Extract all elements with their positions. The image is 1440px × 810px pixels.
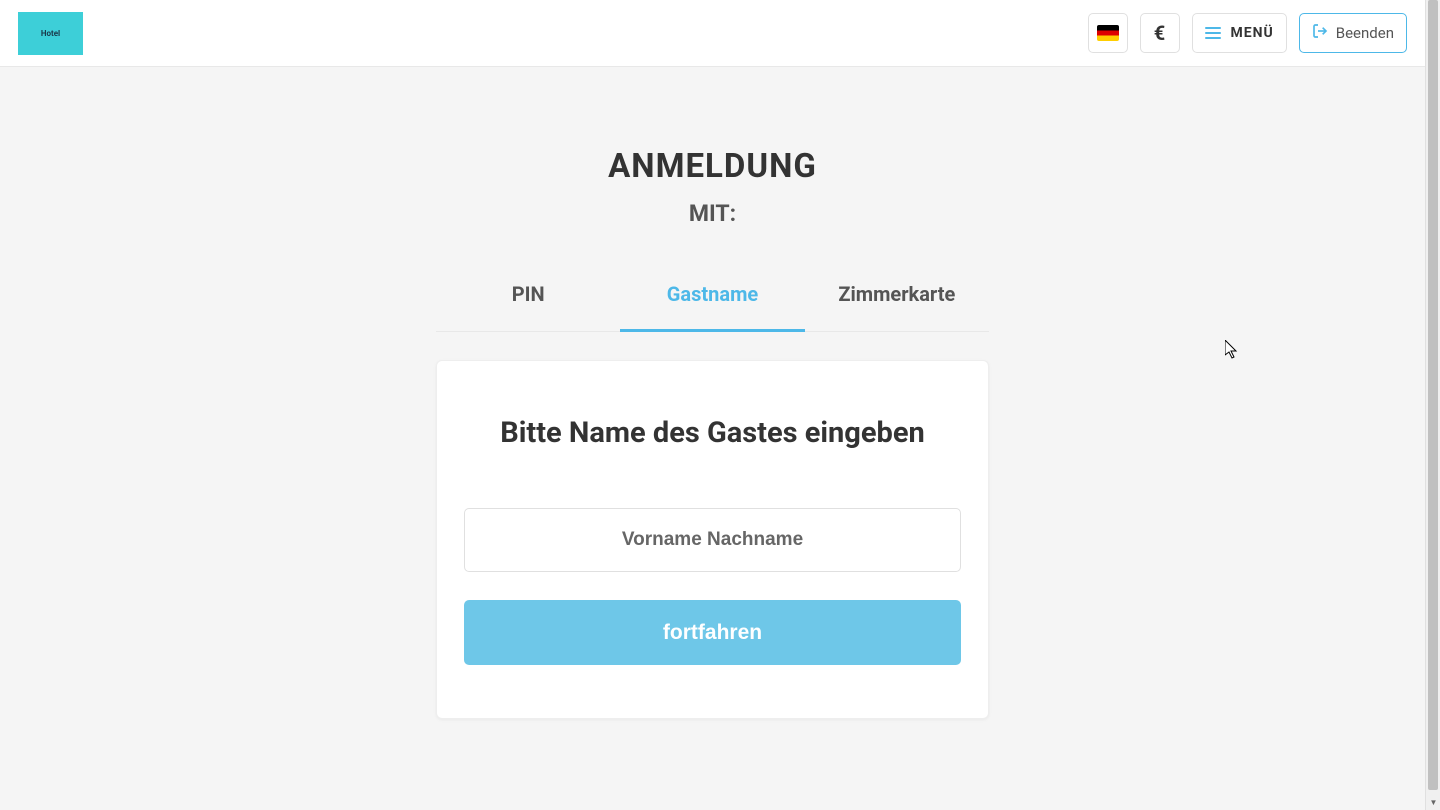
hamburger-icon	[1205, 27, 1221, 39]
hotel-logo[interactable]: Hotel	[18, 12, 83, 55]
euro-icon: €	[1154, 21, 1165, 45]
scrollbar-thumb[interactable]	[1428, 0, 1438, 790]
exit-label: Beenden	[1336, 24, 1394, 42]
login-tabs: PIN Gastname Zimmerkarte	[436, 282, 989, 332]
scrollbar[interactable]: ▲ ▼	[1425, 0, 1440, 810]
tab-gastname[interactable]: Gastname	[620, 282, 804, 331]
exit-button[interactable]: Beenden	[1299, 13, 1407, 53]
menu-label: MENÜ	[1231, 25, 1274, 41]
language-button[interactable]	[1088, 13, 1128, 53]
header-bar: Hotel € MENÜ	[0, 0, 1425, 67]
scroll-down-icon[interactable]: ▼	[1426, 795, 1440, 810]
page-subtitle: MIT:	[689, 200, 736, 227]
sign-out-icon	[1312, 23, 1328, 43]
guest-name-input[interactable]	[464, 508, 961, 572]
card-title: Bitte Name des Gastes eingeben	[464, 416, 961, 450]
header-controls: € MENÜ Beenden	[1088, 13, 1408, 53]
page-title: ANMELDUNG	[608, 147, 817, 186]
main-content: ANMELDUNG MIT: PIN Gastname Zimmerkarte …	[0, 67, 1425, 719]
menu-button[interactable]: MENÜ	[1192, 13, 1287, 53]
flag-de-icon	[1097, 25, 1119, 41]
tab-pin[interactable]: PIN	[436, 282, 620, 331]
tab-zimmerkarte[interactable]: Zimmerkarte	[805, 282, 989, 331]
currency-button[interactable]: €	[1140, 13, 1180, 53]
login-card: Bitte Name des Gastes eingeben fortfahre…	[436, 360, 989, 719]
continue-button[interactable]: fortfahren	[464, 600, 961, 665]
logo-text: Hotel	[41, 29, 60, 38]
